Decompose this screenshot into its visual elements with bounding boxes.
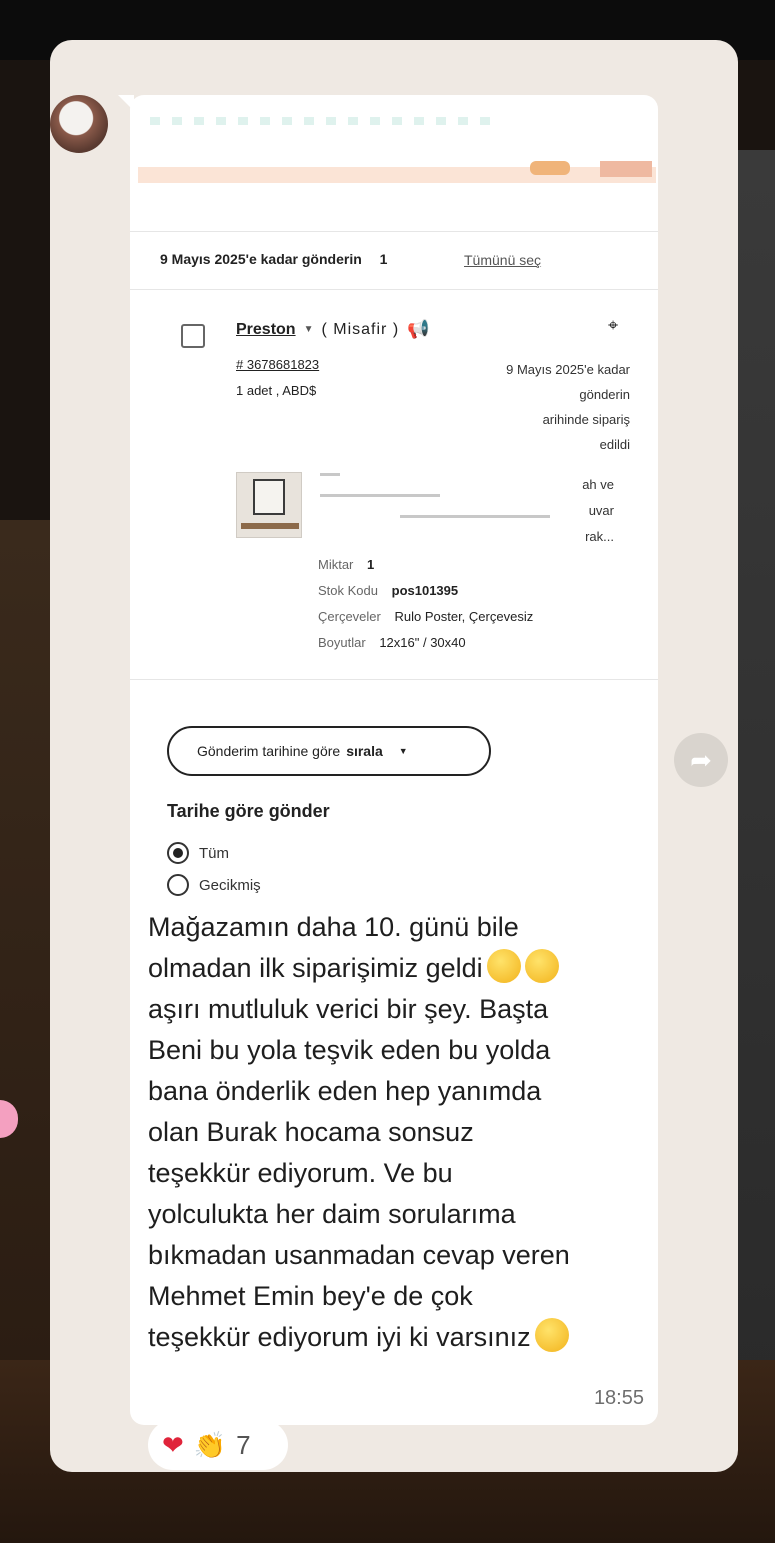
message-line: aşırı mutluluk verici bir şey. Başta	[148, 994, 549, 1024]
sort-by-ship-date-button[interactable]: Gönderim tarihine göre sırala ▼	[167, 726, 491, 776]
poster-frame	[253, 479, 285, 515]
ship-date-line: gönderin	[579, 387, 630, 402]
heart-icon: ❤	[162, 1429, 184, 1460]
buyer-name[interactable]: Preston	[236, 321, 296, 339]
buyer-row: Preston ▼ ( Misafir ) 📢	[236, 319, 430, 340]
divider	[130, 231, 658, 232]
order-checkbox[interactable]	[181, 324, 205, 348]
filter-option-all[interactable]: Tüm	[167, 842, 229, 864]
caret-down-icon: ▼	[398, 746, 408, 756]
blurred-header	[150, 117, 490, 125]
filter-option-label: Tüm	[199, 844, 229, 862]
sender-avatar[interactable]	[50, 95, 108, 153]
chevron-down-icon[interactable]: ▼	[304, 324, 314, 335]
clapping-hands-icon: 👏	[193, 1429, 227, 1460]
message-reactions[interactable]: ❤ 👏 7	[148, 1420, 288, 1470]
title-fragment: ah ve	[582, 477, 614, 492]
order-number-link[interactable]: # 3678681823	[236, 357, 319, 372]
forward-icon[interactable]: ➦	[674, 733, 728, 787]
ship-date-info: 9 Mayıs 2025'e kadar gönderin arihinde s…	[450, 357, 630, 457]
sort-button-label: Gönderim tarihine göre	[197, 743, 341, 759]
star-struck-emoji-icon	[524, 949, 559, 983]
spec-value: Rulo Poster, Çerçevesiz	[394, 609, 534, 624]
message-line: Mağazamın daha 10. günü bile	[148, 912, 519, 942]
megaphone-icon[interactable]: 📢	[407, 319, 429, 340]
message-line: teşekkür ediyorum. Ve bu	[148, 1158, 453, 1188]
spec-sku: Stok Kodu pos101395	[318, 583, 458, 598]
shared-order-screenshot[interactable]: 9 Mayıs 2025'e kadar gönderin 1 Tümünü s…	[130, 95, 658, 995]
message-line: Beni bu yola teşvik eden bu yolda	[148, 1035, 551, 1065]
ship-by-count: 1	[379, 251, 388, 267]
message-line-text: olmadan ilk siparişimiz geldi	[148, 953, 483, 983]
title-fragment: uvar	[588, 503, 614, 518]
banner-decoration	[600, 161, 652, 177]
star-struck-emoji-icon	[486, 949, 521, 983]
message-line: yolculukta her daim sorularıma	[148, 1199, 516, 1229]
banner-strip	[138, 167, 656, 183]
message-line: bana önderlik eden hep yanımda	[148, 1076, 542, 1106]
product-thumbnail[interactable]	[236, 472, 302, 538]
message-text: Mağazamın daha 10. günü bile olmadan ilk…	[148, 907, 648, 1358]
product-title-fragments: ah ve uvar rak...	[582, 472, 614, 550]
ship-date-line: arihinde sipariş	[542, 412, 630, 427]
divider	[130, 679, 658, 680]
spec-quantity: Miktar 1	[318, 557, 374, 572]
message-timestamp: 18:55	[593, 1387, 644, 1409]
spec-sizes: Boyutlar 12x16" / 30x40	[318, 635, 466, 650]
reaction-count: 7	[236, 1429, 251, 1460]
message-line: teşekkür ediyorum iyi ki varsınız	[148, 1317, 648, 1358]
ship-by-row: 9 Mayıs 2025'e kadar gönderin 1	[160, 251, 387, 267]
spec-key: Miktar	[318, 557, 354, 572]
ship-date-line: edildi	[599, 437, 630, 452]
message-line: Mehmet Emin bey'e de çok	[148, 1281, 473, 1311]
thumbnail-table	[241, 523, 299, 529]
spec-value: 12x16" / 30x40	[379, 635, 466, 650]
star-struck-emoji-icon	[534, 1318, 569, 1352]
banner-decoration	[530, 161, 570, 175]
message-line: olmadan ilk siparişimiz geldi	[148, 948, 648, 989]
spec-key: Stok Kodu	[318, 583, 378, 598]
select-all-link[interactable]: Tümünü seç	[464, 252, 541, 268]
spec-frames: Çerçeveler Rulo Poster, Çerçevesiz	[318, 609, 533, 624]
guest-label: ( Misafir )	[321, 320, 400, 338]
filter-title: Tarihe göre gönder	[167, 801, 330, 821]
message-line-text: teşekkür ediyorum iyi ki varsınız	[148, 1322, 531, 1352]
sort-button-label-bold: sırala	[346, 743, 383, 759]
message-line: olan Burak hocama sonsuz	[148, 1117, 474, 1147]
filter-option-label: Gecikmiş	[199, 876, 261, 894]
filter-option-late[interactable]: Gecikmiş	[167, 874, 261, 896]
radio-selected[interactable]	[167, 842, 189, 864]
tag-icon[interactable]: ⌖	[608, 315, 618, 336]
ship-date-line: 9 Mayıs 2025'e kadar	[506, 362, 630, 377]
ship-by-label: 9 Mayıs 2025'e kadar gönderin	[160, 251, 362, 267]
message-bubble[interactable]: 9 Mayıs 2025'e kadar gönderin 1 Tümünü s…	[130, 95, 658, 1425]
spec-value: pos101395	[391, 583, 459, 598]
spec-key: Çerçeveler	[318, 609, 381, 624]
message-line: bıkmadan usanmadan cevap veren	[148, 1240, 570, 1270]
spec-key: Boyutlar	[318, 635, 366, 650]
divider	[130, 289, 658, 290]
spec-value: 1	[367, 557, 375, 572]
radio-unselected[interactable]	[167, 874, 189, 896]
quantity-price-line: 1 adet , ABD$	[236, 383, 317, 398]
blurred-product-title	[320, 473, 550, 533]
title-fragment: rak...	[585, 529, 614, 544]
